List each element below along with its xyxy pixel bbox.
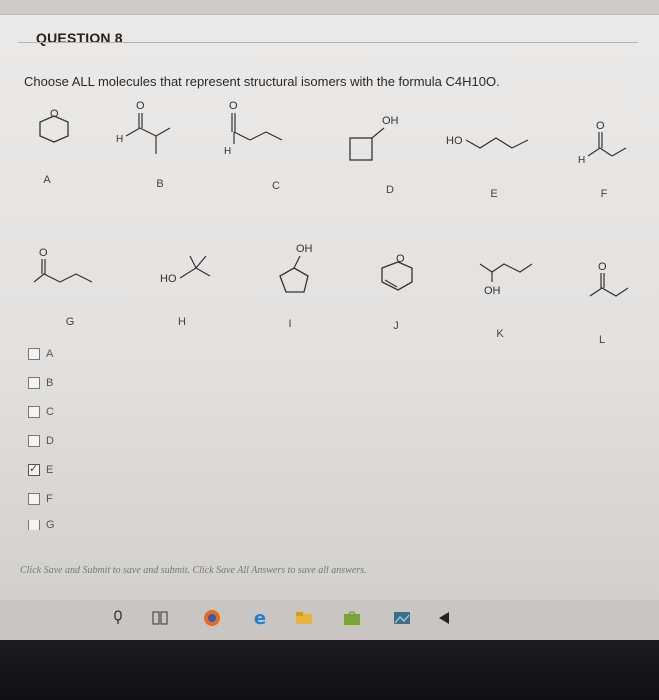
molecule-b: O H bbox=[112, 98, 182, 160]
molecule-k-label: K bbox=[496, 328, 504, 340]
edge-icon[interactable]: e bbox=[250, 608, 270, 629]
checkmark-icon: ✓ bbox=[29, 463, 39, 475]
molecule-g: O bbox=[30, 244, 110, 294]
monitor-bezel bbox=[0, 640, 659, 700]
checkbox-b[interactable] bbox=[28, 377, 40, 389]
choice-e-label: E bbox=[46, 464, 54, 476]
choice-c[interactable]: C bbox=[28, 404, 54, 420]
checkbox-d[interactable] bbox=[28, 435, 40, 447]
molecule-b-label: B bbox=[156, 178, 164, 190]
checkbox-c[interactable] bbox=[28, 406, 40, 418]
molecule-e-hydroxyl: HO bbox=[446, 135, 463, 147]
molecule-h-label: H bbox=[178, 316, 186, 328]
molecule-f: O H bbox=[572, 118, 642, 166]
molecule-e: HO bbox=[446, 128, 542, 158]
molecule-c: O H bbox=[222, 98, 302, 157]
molecule-g-label: G bbox=[65, 316, 75, 328]
molecule-a: O bbox=[34, 108, 78, 148]
molecule-h-hydroxyl: HO bbox=[160, 273, 177, 285]
question-title: QUESTION 8 bbox=[36, 30, 123, 46]
molecule-d: OH bbox=[344, 112, 414, 164]
molecule-f-oxygen: O bbox=[596, 120, 605, 132]
molecule-l-label: L bbox=[598, 334, 606, 346]
molecule-k-hydroxyl: OH bbox=[484, 285, 501, 297]
molecule-l: O bbox=[580, 258, 640, 304]
choice-g-label: G bbox=[46, 520, 55, 530]
molecule-c-hydrogen: H bbox=[224, 146, 231, 157]
molecule-l-oxygen: O bbox=[598, 261, 607, 273]
molecule-b-hydrogen: H bbox=[116, 134, 123, 145]
footer-instructions: Click Save and Submit to save and submit… bbox=[20, 565, 367, 576]
molecule-h: HO bbox=[160, 252, 230, 292]
file-explorer-icon[interactable] bbox=[294, 608, 314, 628]
choice-a-label: A bbox=[46, 348, 54, 360]
firefox-icon[interactable] bbox=[202, 608, 222, 628]
molecule-b-oxygen: O bbox=[136, 100, 145, 112]
checkbox-g[interactable] bbox=[28, 520, 40, 530]
molecule-c-oxygen: O bbox=[229, 100, 238, 112]
molecule-i-hydroxyl: OH bbox=[296, 243, 313, 255]
molecule-a-label: A bbox=[43, 174, 51, 186]
molecule-j: O bbox=[374, 250, 424, 300]
choice-b-label: B bbox=[46, 377, 54, 389]
choice-e[interactable]: ✓ E bbox=[28, 462, 53, 478]
molecule-f-label: F bbox=[600, 188, 608, 200]
choice-c-label: C bbox=[46, 406, 54, 418]
molecule-e-label: E bbox=[490, 188, 498, 200]
molecule-f-hydrogen: H bbox=[578, 155, 585, 166]
choice-f[interactable]: F bbox=[28, 491, 53, 507]
photos-icon[interactable] bbox=[392, 608, 412, 628]
choice-d[interactable]: D bbox=[28, 433, 54, 449]
top-band bbox=[0, 0, 659, 15]
microphone-icon[interactable] bbox=[108, 608, 128, 628]
checkbox-f[interactable] bbox=[28, 493, 40, 505]
task-view-icon[interactable] bbox=[150, 608, 170, 628]
checkbox-e[interactable]: ✓ bbox=[28, 463, 40, 476]
molecule-d-hydroxyl: OH bbox=[382, 115, 399, 127]
checkbox-a[interactable] bbox=[28, 348, 40, 360]
header-divider bbox=[18, 42, 638, 43]
media-icon[interactable] bbox=[436, 608, 456, 628]
molecule-j-label: J bbox=[393, 320, 399, 332]
molecule-d-label: D bbox=[386, 184, 394, 196]
choice-g[interactable]: G bbox=[28, 520, 55, 530]
molecule-k: OH bbox=[474, 252, 544, 302]
molecule-g-oxygen: O bbox=[39, 247, 48, 259]
choice-f-label: F bbox=[46, 493, 53, 505]
taskbar-strip bbox=[0, 600, 659, 640]
choice-a[interactable]: A bbox=[28, 346, 53, 362]
question-prompt: Choose ALL molecules that represent stru… bbox=[24, 74, 500, 89]
molecule-a-oxygen: O bbox=[50, 108, 59, 120]
molecule-i-label: I bbox=[288, 318, 292, 330]
molecule-c-label: C bbox=[272, 180, 280, 192]
molecule-i: OH bbox=[268, 240, 328, 300]
choice-b[interactable]: B bbox=[28, 375, 53, 391]
store-icon[interactable] bbox=[342, 608, 362, 628]
choice-d-label: D bbox=[46, 435, 54, 447]
question-page: QUESTION 8 Choose ALL molecules that rep… bbox=[0, 0, 659, 600]
